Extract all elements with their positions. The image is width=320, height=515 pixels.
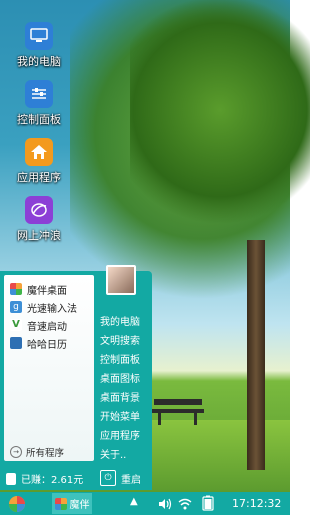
desktop-icon-label: 应用程序 <box>17 171 61 184</box>
menu-item-applications[interactable]: 应用程序 <box>100 427 140 442</box>
pinned-app-label: 音速启动 <box>27 321 67 333</box>
menu-item-start-menu[interactable]: 开始菜单 <box>100 408 140 423</box>
wifi-icon[interactable] <box>178 498 192 510</box>
battery-icon[interactable] <box>200 495 216 511</box>
pinned-app-calendar[interactable]: 哈哈日历 <box>10 335 96 351</box>
start-button-icon[interactable] <box>6 494 28 514</box>
browser-icon <box>25 196 53 224</box>
desktop-icon-label: 网上冲浪 <box>17 229 61 242</box>
taskbar: 魔伴 ▲ 17:12:32 <box>0 492 290 515</box>
menu-item-desktop-background[interactable]: 桌面背景 <box>100 389 140 404</box>
wallpaper-tree-canopy-top <box>130 0 310 240</box>
input-method-icon: g <box>10 301 22 313</box>
all-programs-button[interactable]: → 所有程序 <box>10 445 96 459</box>
wallpaper-bench <box>152 399 204 425</box>
menu-item-desktop-icons[interactable]: 桌面图标 <box>100 370 140 385</box>
menu-item-my-computer[interactable]: 我的电脑 <box>100 313 140 328</box>
control-panel-icon <box>25 80 53 108</box>
menu-item-control-panel[interactable]: 控制面板 <box>100 351 140 366</box>
all-programs-label: 所有程序 <box>26 448 65 459</box>
power-icon: ⏻ <box>100 470 116 486</box>
desktop-icon-label: 我的电脑 <box>17 55 61 68</box>
calendar-icon <box>10 337 22 349</box>
menu-item-search[interactable]: 文明搜索 <box>100 332 140 347</box>
start-menu-pinned-panel: 魔伴桌面 g 光速输入法 V 音速启动 哈哈日历 → 所有程序 <box>4 275 94 461</box>
pinned-app-label: 光速输入法 <box>27 303 77 315</box>
pinned-app-label: 哈哈日历 <box>27 339 67 351</box>
pinned-app-input-method[interactable]: g 光速输入法 <box>10 299 96 315</box>
start-menu-footer: 已赚：2.61元 ⏻ 重启 <box>0 465 152 490</box>
desktop-icon-browser[interactable]: 网上冲浪 <box>0 196 78 254</box>
earnings-text: 已赚：2.61元 <box>21 475 84 486</box>
volume-icon[interactable] <box>158 498 172 510</box>
menu-item-about[interactable]: 关于.. <box>100 446 126 461</box>
pinned-app-label: 魔伴桌面 <box>27 285 67 297</box>
magic-desktop-icon <box>10 283 22 295</box>
clock: 17:12:32 <box>232 497 282 510</box>
start-menu: 魔伴桌面 g 光速输入法 V 音速启动 哈哈日历 → 所有程序 我的电脑 文明搜… <box>0 265 152 490</box>
coin-icon <box>6 472 16 485</box>
earnings-display: 已赚：2.61元 <box>6 471 83 486</box>
launcher-icon: V <box>10 319 22 331</box>
restart-button[interactable]: ⏻ 重启 <box>100 470 141 486</box>
desktop-icon-label: 控制面板 <box>17 113 61 126</box>
pinned-app-magic-desktop[interactable]: 魔伴桌面 <box>10 281 96 297</box>
user-avatar[interactable] <box>106 265 136 295</box>
computer-icon <box>25 22 53 50</box>
wallpaper-tree-trunk <box>247 240 265 470</box>
restart-label: 重启 <box>121 474 141 486</box>
desktop-icon-applications[interactable]: 应用程序 <box>0 138 78 196</box>
taskbar-app-magic-desktop[interactable]: 魔伴 <box>52 493 92 514</box>
magic-desktop-icon <box>54 497 67 510</box>
desktop-icon-my-computer[interactable]: 我的电脑 <box>0 22 78 80</box>
desktop-icon-control-panel[interactable]: 控制面板 <box>0 80 78 138</box>
arrow-right-icon: → <box>10 446 22 458</box>
taskbar-app-label: 魔伴 <box>69 500 90 511</box>
home-apps-icon <box>25 138 53 166</box>
tray-expand-icon[interactable]: ▲ <box>130 496 138 507</box>
pinned-app-launcher[interactable]: V 音速启动 <box>10 317 96 333</box>
